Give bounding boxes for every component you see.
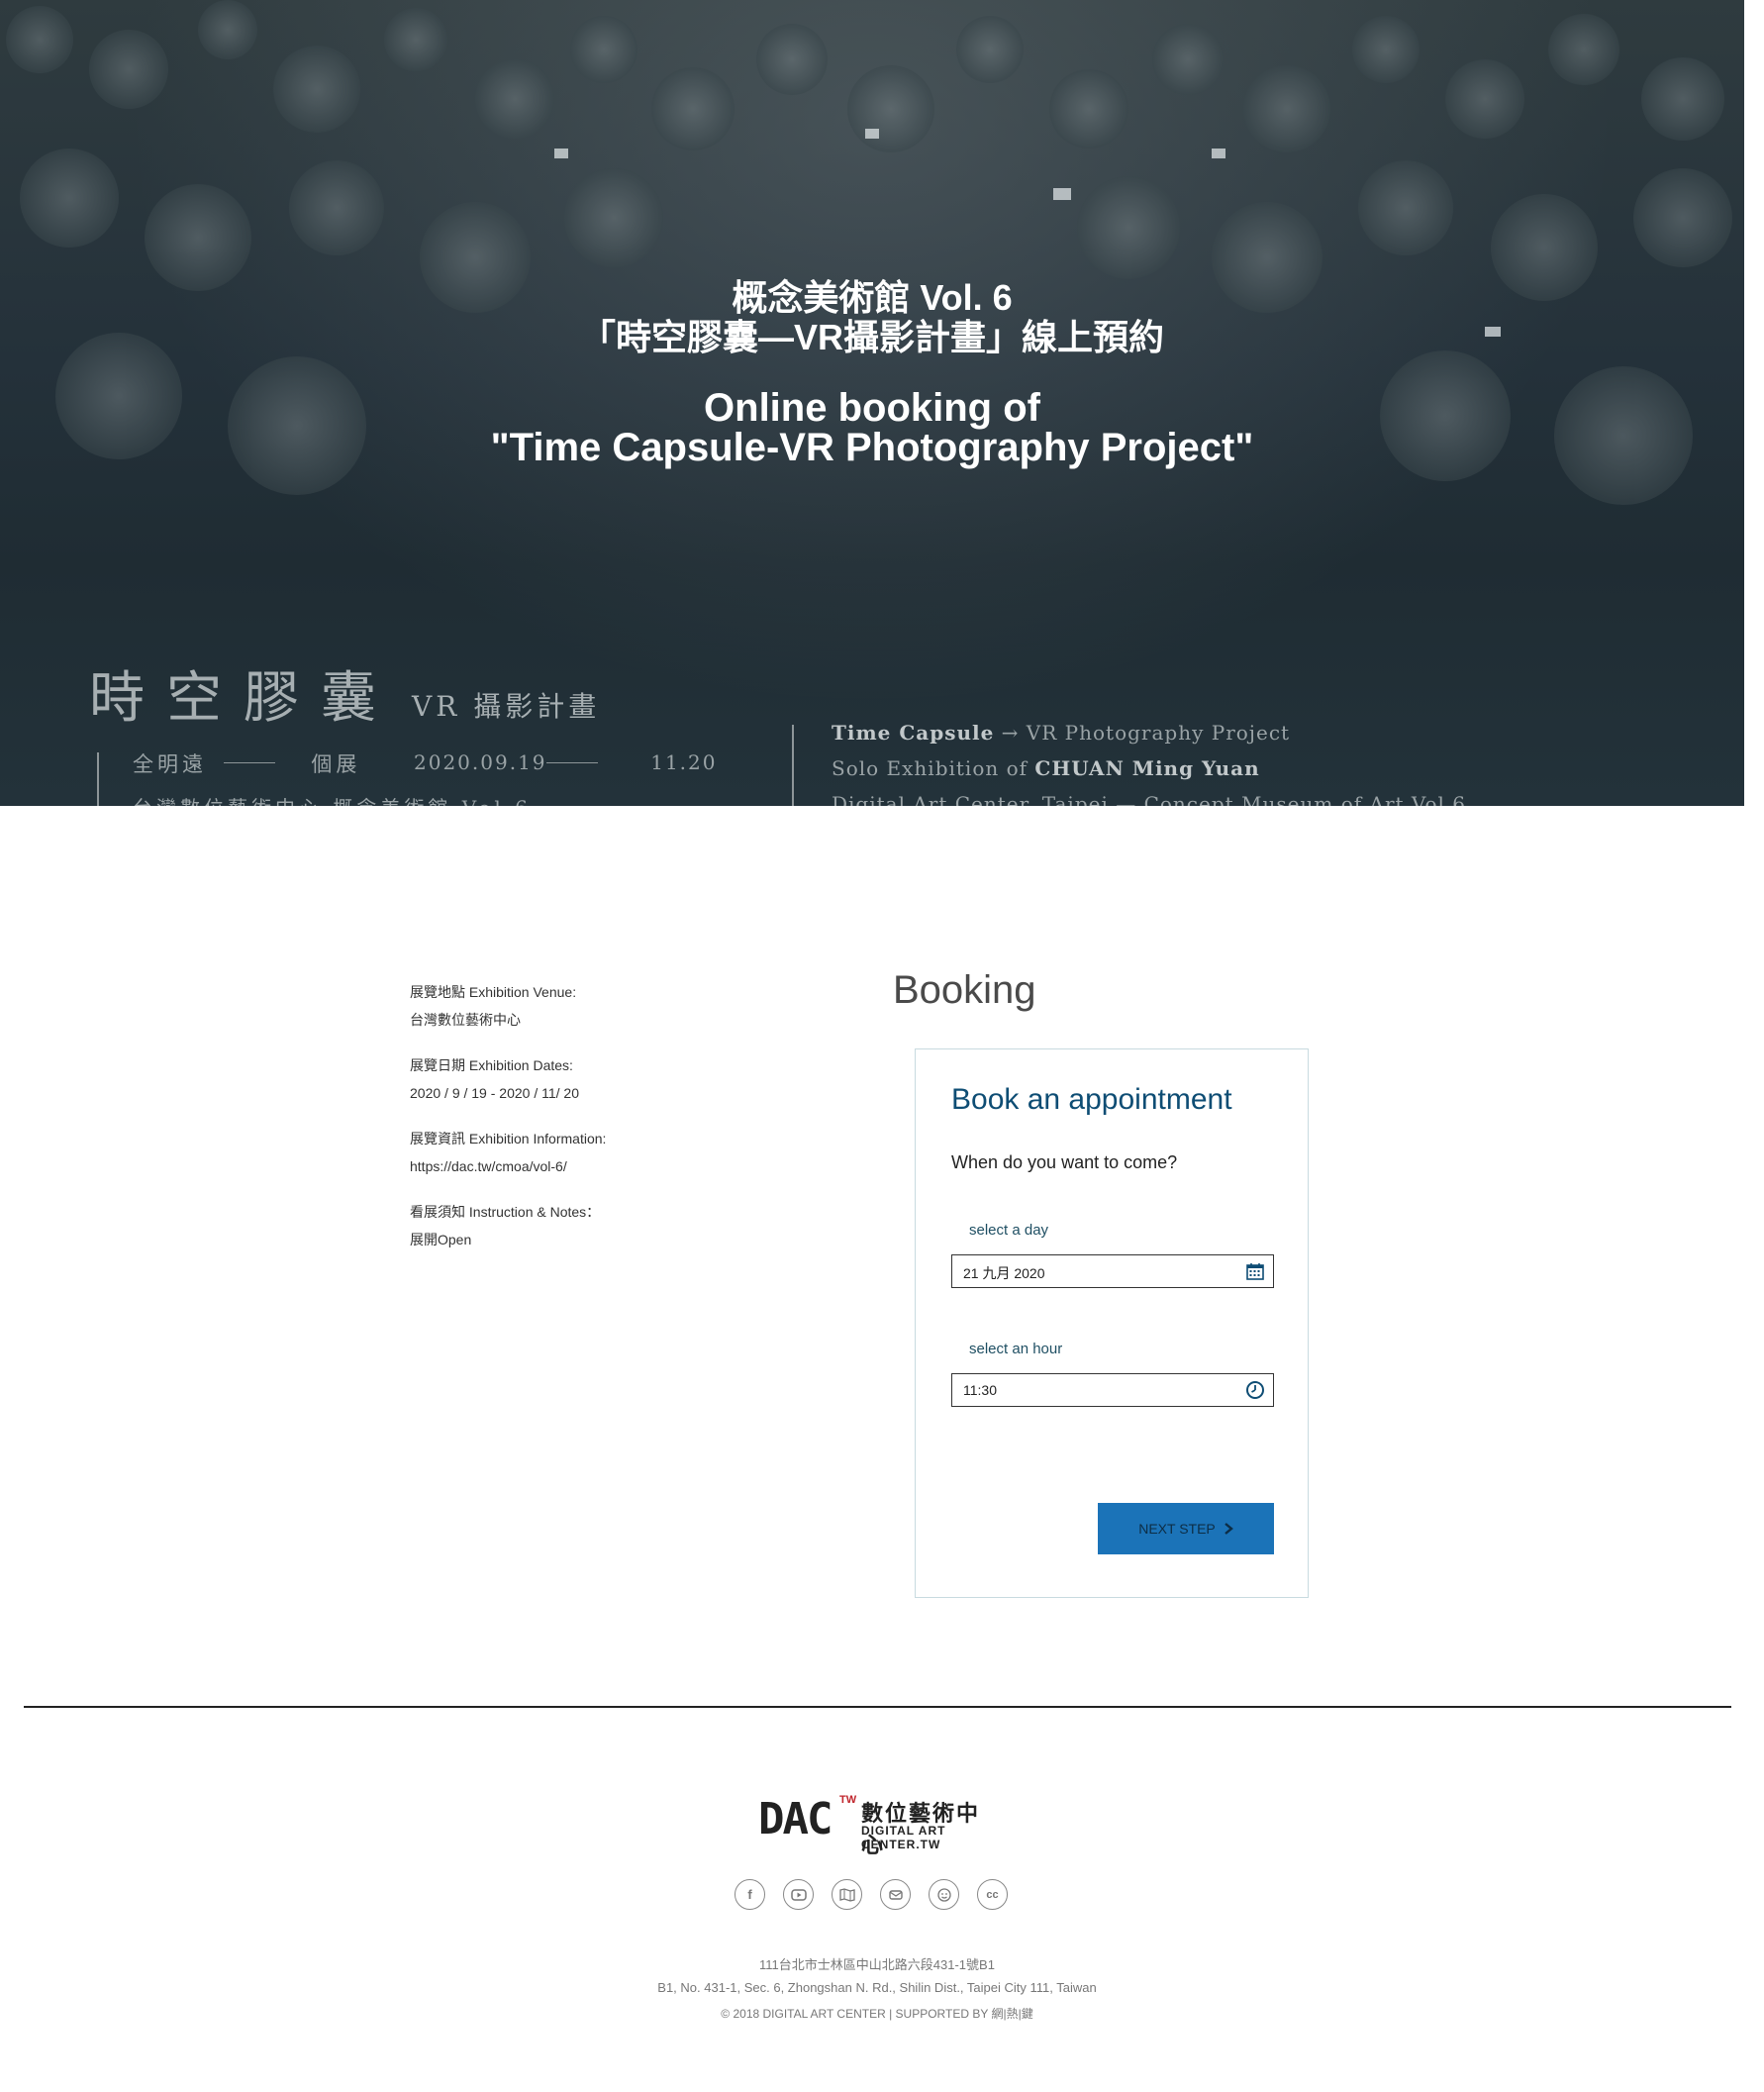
info-label: 展覽日期 Exhibition Dates:	[410, 1057, 573, 1073]
poster-artist-name: 全明遠	[133, 752, 207, 776]
logo-en: DIGITAL ART CENTER.TW	[861, 1824, 946, 1851]
poster-solo-label: 個展	[311, 752, 361, 776]
exhibition-info-link[interactable]: https://dac.tw/cmoa/vol-6/	[410, 1152, 806, 1180]
footer-divider	[24, 1706, 1731, 1708]
poster-en-title: Time Capsule	[832, 721, 995, 745]
hour-value: 11:30	[963, 1382, 997, 1398]
mailbox-icon[interactable]	[880, 1879, 911, 1910]
poster-en-solo: Solo Exhibition of	[832, 756, 1035, 780]
clock-icon[interactable]	[1245, 1380, 1265, 1400]
info-label: 展覽地點 Exhibition Venue:	[410, 984, 577, 1000]
info-label: 展覽資訊 Exhibition Information:	[410, 1131, 607, 1146]
info-label: 看展須知 Instruction & Notes：	[410, 1204, 601, 1220]
map-icon[interactable]	[832, 1879, 862, 1910]
booking-question: When do you want to come?	[951, 1152, 1178, 1172]
poster-subtitle: VR 攝影計畫	[412, 690, 601, 723]
hero-title-zh-line2: 「時空膠囊—VR攝影計畫」線上預約	[579, 317, 1164, 357]
hero-title-en-line1: Online booking of	[704, 386, 1040, 430]
logo-mark: DAC	[758, 1794, 833, 1844]
next-step-button[interactable]: NEXT STEP	[1098, 1503, 1274, 1554]
day-label: select a day	[969, 1222, 1049, 1239]
info-notes: 看展須知 Instruction & Notes： 展開Open	[410, 1198, 806, 1253]
poster-divider	[97, 752, 99, 806]
dac-logo[interactable]: DAC TW 數位藝術中心 DIGITAL ART CENTER.TW	[758, 1794, 996, 1857]
poster-en-subtitle: → VR Photography Project	[994, 721, 1291, 745]
exhibition-info: 展覽地點 Exhibition Venue: 台灣數位藝術中心 展覽日期 Exh…	[410, 978, 806, 1271]
hero-banner: 概念美術館 Vol. 6 「時空膠囊—VR攝影計畫」線上預約 Online bo…	[0, 0, 1744, 806]
info-venue: 展覽地點 Exhibition Venue: 台灣數位藝術中心	[410, 978, 806, 1034]
notes-expand-toggle[interactable]: 展開Open	[410, 1226, 806, 1253]
card-title: Book an appointment	[951, 1083, 1232, 1116]
poster-dash	[546, 762, 598, 763]
poster-en-line1: Time Capsule → VR Photography Project	[832, 721, 1290, 745]
day-input[interactable]: 21 九月 2020	[951, 1254, 1274, 1288]
info-value: 2020 / 9 / 19 - 2020 / 11/ 20	[410, 1085, 579, 1101]
poster-date-start: 2020.09.19	[414, 750, 547, 774]
booking-heading: Booking	[893, 968, 1036, 1012]
address-en: B1, No. 431-1, Sec. 6, Zhongshan N. Rd.,…	[657, 1980, 1097, 1995]
info-value: 台灣數位藝術中心	[410, 1012, 521, 1028]
info-dates: 展覽日期 Exhibition Dates: 2020 / 9 / 19 - 2…	[410, 1051, 806, 1107]
cc-icon[interactable]: cc	[977, 1879, 1008, 1910]
social-links: f cc	[735, 1879, 1008, 1910]
next-step-label: NEXT STEP	[1138, 1521, 1216, 1537]
hour-input[interactable]: 11:30	[951, 1373, 1274, 1407]
copyright: © 2018 DIGITAL ART CENTER | SUPPORTED BY…	[721, 2007, 1033, 2021]
calendar-icon[interactable]	[1245, 1261, 1265, 1281]
day-value: 21 九月 2020	[963, 1265, 1045, 1281]
poster-en-artist: CHUAN Ming Yuan	[1034, 756, 1260, 780]
facebook-icon[interactable]: f	[735, 1879, 765, 1910]
poster-divider	[792, 725, 794, 806]
address-zh: 111台北市士林區中山北路六段431-1號B1	[759, 1957, 995, 1972]
poster-artist: 全明遠 個展	[133, 748, 360, 778]
booking-card: Book an appointment When do you want to …	[915, 1048, 1309, 1598]
info-link: 展覽資訊 Exhibition Information: https://dac…	[410, 1125, 806, 1180]
poster-en-line3: Digital Art Center, Taipei — Concept Mus…	[832, 792, 1467, 806]
youtube-icon[interactable]	[783, 1879, 814, 1910]
logo-tw: TW	[839, 1794, 857, 1806]
poster-title: 時空膠囊	[89, 666, 398, 731]
poster-dash	[224, 762, 275, 763]
hour-label: select an hour	[969, 1341, 1063, 1357]
poster-date-end: 11.20	[650, 750, 718, 774]
face-icon[interactable]	[929, 1879, 959, 1910]
poster-en-line2: Solo Exhibition of CHUAN Ming Yuan	[832, 756, 1260, 780]
hero-title-en-line2: "Time Capsule-VR Photography Project"	[490, 426, 1254, 469]
poster-venue: 台灣數位藝術中心 概念美術館 Vol.6	[133, 792, 532, 806]
chevron-right-icon	[1224, 1523, 1233, 1535]
